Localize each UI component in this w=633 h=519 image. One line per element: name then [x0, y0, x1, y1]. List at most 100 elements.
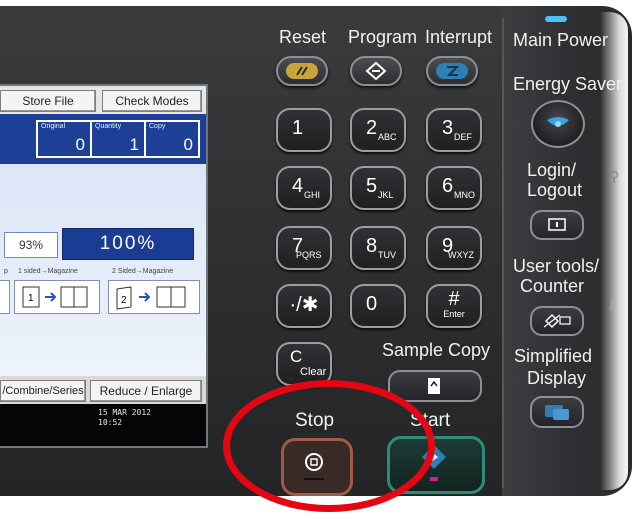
- two-sided-magazine-label: 2 Sided→Magazine: [112, 268, 174, 275]
- login-label-line2: Logout: [527, 180, 583, 200]
- screen-main-area: 93% 100% p 1 sided→Magazine 2 Sided→Maga…: [0, 164, 206, 376]
- user-tools-label-line2: Counter: [520, 276, 585, 296]
- login-key-icon: [548, 218, 566, 231]
- key-1[interactable]: 1: [276, 108, 332, 152]
- two-sided-magazine-icon: 2: [116, 286, 186, 310]
- interrupt-button[interactable]: [426, 56, 478, 86]
- main-power-label: Main Power: [513, 30, 609, 50]
- copy-counter-value: 0: [183, 135, 193, 154]
- program-icon: [365, 61, 387, 81]
- energy-saver-label: Energy Saver: [513, 74, 623, 94]
- screen-status-bar: 15 MAR 2012 10:52: [0, 404, 206, 446]
- key-0[interactable]: 0: [350, 284, 406, 328]
- program-button[interactable]: [350, 56, 402, 86]
- key-enter-symbol: #: [448, 288, 460, 310]
- clear-key-letter: C: [290, 347, 303, 366]
- key-8-label: 8: [366, 235, 378, 257]
- reset-label: Reset: [279, 27, 327, 47]
- key-5-label: 5: [366, 175, 378, 197]
- quantity-counter-value: 1: [129, 135, 139, 154]
- clear-key-label: Clear: [300, 366, 327, 378]
- key-6-label: 6: [442, 175, 454, 197]
- simplified-display-button[interactable]: [530, 396, 584, 428]
- user-tools-label-line1: User tools/: [513, 256, 600, 276]
- key-8-letters: TUV: [378, 250, 396, 260]
- key-7[interactable]: 7 PQRS: [276, 226, 332, 270]
- sample-copy-button[interactable]: [388, 370, 482, 402]
- status-date: 15 MAR 2012: [98, 408, 151, 417]
- sample-copy-icon: [428, 378, 440, 394]
- key-2-letters: ABC: [378, 132, 397, 142]
- key-8[interactable]: 8 TUV: [350, 226, 406, 270]
- key-0-label: 0: [366, 293, 378, 315]
- copier-control-panel: Store File Check Modes Original 0 Quanti…: [0, 0, 633, 519]
- interrupt-label: Interrupt: [425, 27, 493, 47]
- screen-bottom-bar: /Combine/Series Reduce / Enlarge: [0, 376, 206, 404]
- key-4-letters: GHI: [304, 190, 321, 200]
- key-5[interactable]: 5 JKL: [350, 166, 406, 210]
- copy-counter-label: Copy: [149, 123, 166, 130]
- ratio-100-button[interactable]: 100%: [62, 228, 194, 260]
- magazine-left-button[interactable]: [0, 280, 10, 314]
- key-enter-label: Enter: [443, 309, 465, 319]
- one-sided-magazine-icon: 1: [22, 286, 88, 308]
- key-slot-icon: ⚷: [607, 296, 618, 312]
- user-tools-icon: [543, 313, 571, 329]
- energy-saver-icon: [547, 117, 569, 127]
- copy-counter: Copy 0: [144, 120, 200, 158]
- key-3-letters: DEF: [454, 132, 472, 142]
- login-logout-button[interactable]: [530, 210, 584, 240]
- key-4-label: 4: [292, 175, 304, 197]
- simplified-display-label-line2: Display: [527, 368, 587, 388]
- one-sided-magazine-label: 1 sided→Magazine: [18, 268, 78, 275]
- quantity-counter: Quantity 1: [90, 120, 146, 158]
- svg-text:1: 1: [28, 293, 34, 304]
- key-9-letters: WXYZ: [448, 250, 474, 260]
- key-7-letters: PQRS: [296, 250, 322, 260]
- key-clear-modes[interactable]: ·/✱: [276, 284, 332, 328]
- store-file-button[interactable]: Store File: [0, 90, 96, 112]
- quantity-counter-label: Quantity: [95, 123, 122, 130]
- key-6[interactable]: 6 MNO: [426, 166, 482, 210]
- screen-top-bar: Store File Check Modes: [0, 86, 206, 114]
- energy-saver-button[interactable]: [531, 100, 585, 148]
- user-tools-button[interactable]: [530, 306, 584, 336]
- key-9[interactable]: 9 WXYZ: [426, 226, 482, 270]
- usb-icon: ⚲: [609, 168, 620, 184]
- key-3-label: 3: [442, 117, 454, 139]
- status-time: 10:52: [98, 418, 123, 427]
- main-power-indicator: [545, 16, 567, 22]
- program-label: Program: [348, 27, 418, 47]
- reset-button[interactable]: [276, 56, 328, 86]
- reset-icon: [286, 63, 318, 79]
- panel-divider: [502, 18, 504, 488]
- ratio-small-button[interactable]: 93%: [4, 232, 58, 258]
- original-counter-label: Original: [41, 123, 66, 130]
- two-sided-magazine-button[interactable]: 2: [108, 280, 200, 314]
- one-sided-magazine-button[interactable]: 1: [14, 280, 100, 314]
- reduce-enlarge-button[interactable]: Reduce / Enlarge: [90, 380, 202, 402]
- key-5-letters: JKL: [378, 190, 394, 200]
- combine-series-button[interactable]: /Combine/Series: [0, 380, 86, 402]
- touch-screen[interactable]: Store File Check Modes Original 0 Quanti…: [0, 84, 208, 448]
- interrupt-icon: [436, 63, 468, 79]
- key-enter[interactable]: # Enter: [426, 284, 482, 328]
- svg-text:2: 2: [121, 295, 127, 306]
- key-6-letters: MNO: [454, 190, 475, 200]
- sample-copy-label: Sample Copy: [382, 340, 491, 360]
- simplified-display-label-line1: Simplified: [514, 346, 593, 366]
- magazine-left-label: p: [4, 268, 8, 275]
- key-4[interactable]: 4 GHI: [276, 166, 332, 210]
- key-2[interactable]: 2 ABC: [350, 108, 406, 152]
- key-2-label: 2: [366, 117, 378, 139]
- check-modes-button[interactable]: Check Modes: [102, 90, 202, 112]
- key-1-label: 1: [292, 117, 304, 139]
- key-clear-modes-label: ·/✱: [289, 294, 319, 316]
- highlight-circle: [223, 380, 435, 512]
- original-counter: Original 0: [36, 120, 92, 158]
- counter-area: Original 0 Quantity 1 Copy 0: [0, 114, 206, 164]
- key-3[interactable]: 3 DEF: [426, 108, 482, 152]
- simplified-display-icon: [545, 405, 569, 420]
- login-label-line1: Login/: [527, 160, 577, 180]
- original-counter-value: 0: [75, 135, 85, 154]
